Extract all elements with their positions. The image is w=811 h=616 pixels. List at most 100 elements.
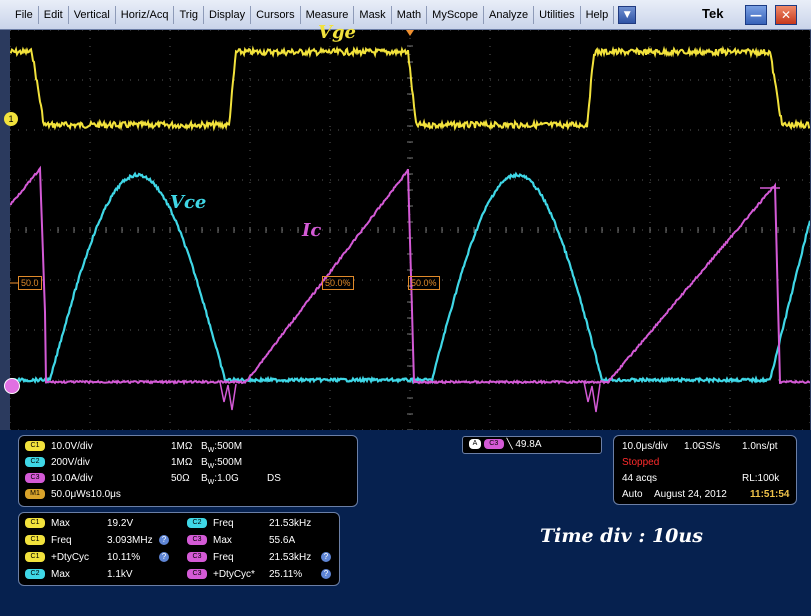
grid-dot — [434, 129, 435, 131]
grid-dot — [338, 229, 339, 231]
help-icon[interactable]: ? — [159, 552, 169, 563]
grid-dot — [649, 134, 651, 135]
trigger-readout[interactable]: A C3 ╲ 49.8A — [462, 436, 602, 454]
grid-dot — [649, 382, 651, 383]
grid-dot — [354, 79, 355, 81]
acq-state: Stopped — [622, 457, 660, 468]
close-button[interactable]: ✕ — [775, 5, 797, 25]
menu-horiz-acq[interactable]: Horiz/Acq — [116, 5, 175, 24]
grid-dot — [514, 329, 515, 331]
grid-dot — [802, 279, 803, 281]
grid-dot — [729, 206, 731, 207]
ch3-ground-marker[interactable] — [4, 378, 20, 394]
grid-dot — [778, 79, 779, 81]
channel-row[interactable]: C3 10.0A/div — [25, 472, 93, 486]
grid-dot — [569, 38, 571, 39]
grid-dot — [409, 38, 411, 39]
grid-dot — [210, 279, 211, 281]
grid-dot — [474, 179, 475, 181]
grid-dot — [674, 329, 675, 331]
channel-row[interactable]: M1 50.0μWs10.0μs — [25, 488, 121, 502]
menu-measure[interactable]: Measure — [301, 5, 355, 24]
menu-myscope[interactable]: MyScope — [427, 5, 485, 24]
grid-dot — [409, 358, 411, 359]
menu-display[interactable]: Display — [204, 5, 252, 24]
acquisition-box[interactable]: 10.0μs/div 1.0GS/s 1.0ns/pt Stopped 44 a… — [613, 435, 797, 505]
grid-dot — [489, 302, 491, 303]
help-icon[interactable]: ? — [321, 569, 331, 580]
grid-dot — [809, 406, 810, 407]
help-icon[interactable]: ? — [159, 535, 169, 546]
menu-edit[interactable]: Edit — [39, 5, 69, 24]
grid-dot — [594, 379, 595, 381]
menu-analyze[interactable]: Analyze — [484, 5, 535, 24]
grid-dot — [649, 366, 651, 367]
grid-dot — [290, 79, 291, 81]
waveform-display[interactable]: Vge Vce Ic 50.0 50.0% 50.0% — [10, 22, 810, 430]
grid-dot — [130, 379, 131, 381]
grid-dot — [169, 110, 171, 111]
grid-dot — [34, 179, 35, 181]
grid-dot — [154, 30, 155, 31]
grid-dot — [10, 174, 11, 175]
menu-utilities[interactable]: Utilities — [534, 5, 581, 24]
grid-dot — [169, 86, 171, 87]
grid-dot — [162, 179, 163, 181]
grid-dot — [226, 179, 227, 181]
channel-scale: 200V/div — [51, 457, 90, 468]
ch1-ground-marker[interactable]: 1 — [4, 112, 18, 126]
grid-dot — [578, 329, 579, 331]
grid-dot — [649, 262, 651, 263]
acq-count: 44 acqs — [622, 473, 658, 484]
grid-dot — [98, 79, 99, 81]
menu-file[interactable]: File — [10, 5, 39, 24]
grid-dot — [74, 379, 75, 381]
grid-dot — [122, 129, 123, 131]
grid-dot — [729, 358, 731, 359]
menu-math[interactable]: Math — [392, 5, 428, 24]
grid-dot — [809, 278, 810, 279]
menu-help[interactable]: Help — [581, 5, 615, 24]
menu-mask[interactable]: Mask — [354, 5, 392, 24]
close-icon: ✕ — [780, 8, 792, 22]
channel-row[interactable]: C2 200V/div — [25, 456, 90, 470]
trigger-a-chip: A — [469, 439, 481, 450]
grid-dot — [10, 414, 11, 415]
grid-dot — [322, 129, 323, 131]
grid-dot — [242, 30, 243, 31]
grid-dot — [290, 279, 291, 281]
grid-dot — [746, 30, 747, 31]
grid-dot — [394, 30, 395, 31]
grid-dot — [89, 150, 91, 151]
grid-dot — [249, 190, 251, 191]
grid-dot — [418, 179, 419, 181]
grid-dot — [249, 238, 251, 239]
grid-dot — [809, 270, 810, 271]
menu-dropdown-button[interactable]: ▼ — [618, 5, 637, 24]
grid-dot — [489, 326, 491, 327]
menu-vertical[interactable]: Vertical — [69, 5, 116, 24]
measurement-help-wrap[interactable]: ? — [321, 551, 331, 565]
measurement-help-wrap[interactable]: ? — [321, 568, 331, 582]
grid-dot — [489, 366, 491, 367]
grid-dot — [489, 62, 491, 63]
measurement-help-wrap[interactable]: ? — [159, 551, 169, 565]
grid-dot — [402, 279, 403, 281]
measurement-box: C1 Max 19.2V C1 Freq 3.093MHz? C1 +DtyCyc 10.11%… — [18, 512, 340, 586]
menu-cursors[interactable]: Cursors — [251, 5, 301, 24]
grid-dot — [450, 229, 451, 231]
grid-dot — [290, 229, 291, 231]
grid-dot — [489, 46, 491, 47]
help-icon[interactable]: ? — [321, 552, 331, 563]
grid-dot — [729, 54, 731, 55]
measurement-help-wrap[interactable]: ? — [159, 534, 169, 548]
channel-row[interactable]: C1 10.0V/div — [25, 440, 93, 454]
grid-dot — [546, 379, 547, 381]
menu-trig[interactable]: Trig — [174, 5, 205, 24]
grid-dot — [809, 30, 810, 31]
grid-dot — [274, 179, 275, 181]
grid-dot — [809, 246, 810, 247]
minimize-button[interactable]: — — [745, 5, 767, 25]
grid-dot — [266, 79, 267, 81]
grid-dot — [466, 30, 467, 31]
